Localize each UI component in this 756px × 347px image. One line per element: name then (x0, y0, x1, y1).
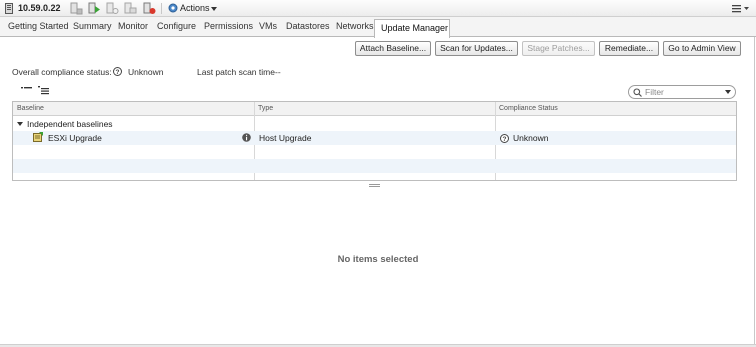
toolbar-separator (161, 3, 162, 14)
go-to-admin-view-button[interactable]: Go to Admin View (663, 41, 741, 56)
filter-input[interactable] (645, 87, 725, 97)
actions-gear-icon (168, 3, 178, 13)
splitter-handle[interactable] (369, 184, 380, 188)
actions-label: Actions (180, 3, 210, 13)
grid-header: Baseline Type Compliance Status (13, 102, 736, 116)
search-icon (633, 88, 642, 97)
tab-datastores[interactable]: Datastores (286, 21, 330, 31)
tab-configure[interactable]: Configure (157, 21, 196, 31)
tab-getting-started[interactable]: Getting Started (8, 21, 69, 31)
unknown-status-icon: ? (113, 67, 122, 76)
upgrade-baseline-icon (33, 132, 43, 142)
tab-update-manager-label: Update Manager (381, 23, 449, 33)
baseline-type: Host Upgrade (259, 133, 312, 143)
scan-for-updates-button[interactable]: Scan for Updates... (435, 41, 518, 56)
tab-networks[interactable]: Networks (336, 21, 374, 31)
last-scan-label: Last patch scan time (197, 67, 275, 77)
tab-permissions[interactable]: Permissions (204, 21, 253, 31)
panel-menu-icon[interactable] (730, 3, 750, 14)
remediate-button[interactable]: Remediate... (599, 41, 659, 56)
column-header-compliance-status[interactable]: Compliance Status (499, 105, 558, 112)
attach-baseline-button[interactable]: Attach Baseline... (355, 41, 431, 56)
overall-compliance-value: Unknown (128, 67, 164, 77)
stage-patches-button[interactable]: Stage Patches... (522, 41, 595, 56)
expand-all-icon[interactable] (38, 86, 50, 95)
column-header-type[interactable]: Type (258, 105, 273, 112)
tab-summary[interactable]: Summary (73, 21, 112, 31)
svg-text:?: ? (116, 69, 120, 76)
svg-text:?: ? (503, 136, 507, 143)
table-row-empty (13, 145, 736, 159)
baseline-name: ESXi Upgrade (48, 133, 102, 143)
tab-vms[interactable]: VMs (259, 21, 277, 31)
panel-border (754, 37, 755, 347)
host-name: 10.59.0.22 (18, 3, 61, 13)
empty-state-message: No items selected (337, 254, 419, 265)
title-bar: 10.59.0.22 Actions (0, 0, 756, 17)
tab-update-manager[interactable]: Update Manager (374, 19, 450, 38)
filter-box (628, 85, 736, 99)
baseline-compliance-status: Unknown (513, 133, 549, 143)
unknown-status-icon: ? (500, 134, 509, 143)
host-alarm-icon[interactable] (143, 2, 156, 15)
host-icon (5, 3, 13, 14)
group-label: Independent baselines (27, 119, 113, 129)
host-folder-icon[interactable] (124, 2, 137, 15)
collapse-all-icon[interactable] (21, 86, 33, 95)
baselines-grid: Baseline Type Compliance Status Independ… (12, 101, 737, 181)
tab-bar: Getting Started Summary Monitor Configur… (0, 17, 756, 38)
filter-dropdown-caret[interactable] (725, 90, 731, 94)
chevron-down-icon (211, 7, 217, 11)
group-row[interactable]: Independent baselines (13, 117, 736, 131)
host-sync-icon[interactable] (106, 2, 119, 15)
info-icon[interactable] (242, 133, 251, 142)
host-add-icon[interactable] (70, 2, 83, 15)
column-header-baseline[interactable]: Baseline (17, 105, 44, 112)
table-row[interactable]: ESXi Upgrade Host Upgrade ? Unknown (13, 131, 736, 145)
group-collapse-icon[interactable] (17, 122, 23, 126)
tab-monitor[interactable]: Monitor (118, 21, 148, 31)
host-green-icon[interactable] (88, 2, 101, 15)
last-scan-value: -- (275, 67, 281, 77)
table-row-empty (13, 159, 736, 173)
overall-compliance-label: Overall compliance status: (12, 67, 112, 77)
